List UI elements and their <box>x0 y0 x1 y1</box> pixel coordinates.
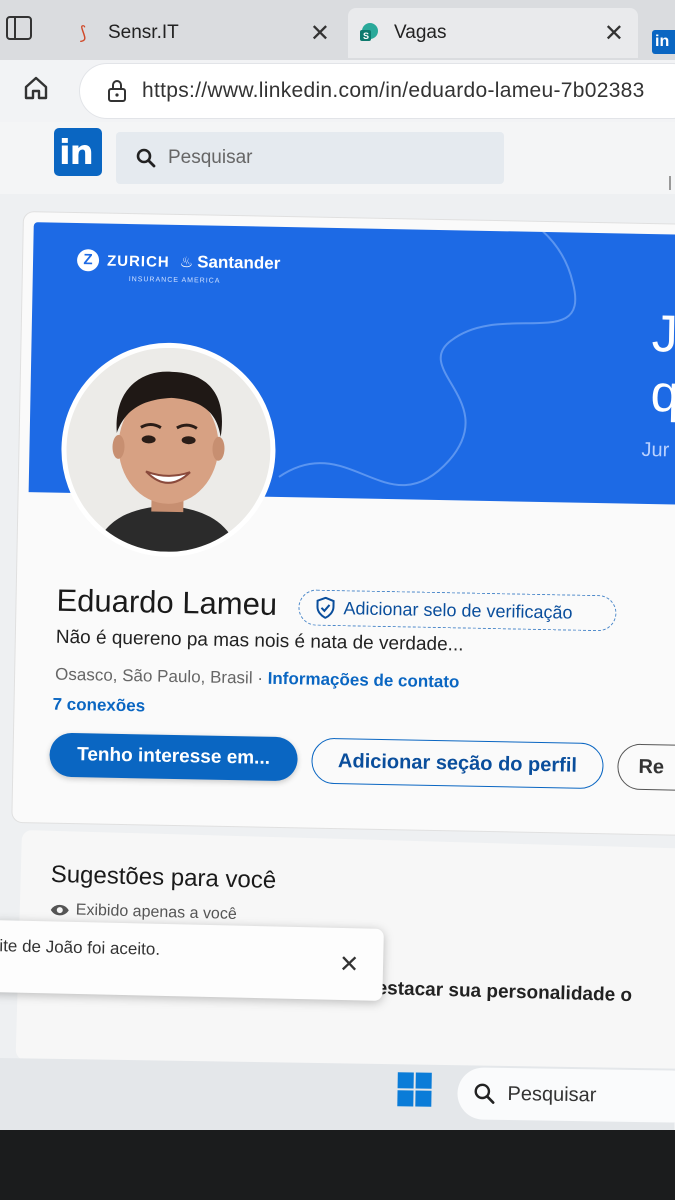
sponsor-brand: Z ZURICH ♨ Santander <box>76 249 281 275</box>
toast-message: ite de João foi aceito. <box>0 936 161 959</box>
shield-check-icon <box>316 596 335 619</box>
url-text: https://www.linkedin.com/in/eduardo-lame… <box>142 79 645 102</box>
sidebar-toggle-icon[interactable] <box>6 16 32 40</box>
visibility-text: Exibido apenas a você <box>75 901 237 924</box>
tab-title: Vagas <box>394 22 447 43</box>
profile-name: Eduardo Lameu <box>56 582 278 622</box>
toast-close-icon[interactable]: ✕ <box>339 950 360 979</box>
home-icon[interactable] <box>22 74 50 102</box>
profile-card: Z ZURICH ♨ Santander INSURANCE AMERICA J… <box>12 212 675 835</box>
add-verification-button[interactable]: Adicionar selo de verificação <box>298 589 617 632</box>
banner-text-2: q <box>650 365 675 424</box>
avatar-photo <box>64 345 273 554</box>
banner-text-1: J <box>651 305 675 364</box>
profile-headline: Não é quereno pa mas nois é nata de verd… <box>55 626 464 656</box>
more-profile-button[interactable]: Re <box>617 743 675 792</box>
sensr-favicon-icon: ⟆ <box>79 22 87 43</box>
notification-toast: ite de João foi aceito. ✕ <box>0 920 384 1001</box>
linkedin-header: in Pesquisar <box>0 122 675 194</box>
tab-vagas[interactable]: S Vagas ✕ <box>348 8 638 58</box>
taskbar-search-placeholder: Pesquisar <box>507 1082 597 1106</box>
tab-title: Sensr.IT <box>108 22 179 43</box>
address-bar-row: https://www.linkedin.com/in/eduardo-lame… <box>0 60 675 122</box>
browser-tab-strip: ⟆ Sensr.IT ✕ S Vagas ✕ in <box>0 0 675 60</box>
visibility-note: Exibido apenas a você <box>50 901 237 924</box>
taskbar-search-input[interactable]: Pesquisar <box>457 1067 675 1123</box>
profile-location: Osasco, São Paulo, Brasil · Informações … <box>55 665 460 693</box>
screen: ⟆ Sensr.IT ✕ S Vagas ✕ in https://www.li… <box>0 0 675 1130</box>
windows-taskbar: Pesquisar <box>0 1058 675 1130</box>
eye-icon <box>50 904 69 916</box>
verify-label: Adicionar selo de verificação <box>343 597 573 623</box>
banner-text-3: Jur <box>641 438 670 462</box>
tab-close-icon[interactable]: ✕ <box>310 19 330 48</box>
add-profile-section-button[interactable]: Adicionar seção do perfil <box>311 737 604 790</box>
linkedin-search-input[interactable]: Pesquisar <box>116 132 504 184</box>
sharepoint-favicon-icon: S <box>358 22 380 44</box>
brand-santander: Santander <box>197 252 281 273</box>
search-placeholder: Pesquisar <box>168 147 253 168</box>
linkedin-tab-favicon-icon[interactable]: in <box>652 30 675 54</box>
contact-info-link[interactable]: Informações de contato <box>268 669 460 692</box>
search-icon <box>474 1083 495 1104</box>
header-divider <box>669 176 671 190</box>
brand-zurich: ZURICH <box>106 252 170 271</box>
suggestions-title: Sugestões para você <box>50 860 277 895</box>
search-icon <box>136 148 156 168</box>
location-text: Osasco, São Paulo, Brasil · <box>54 664 268 688</box>
windows-start-icon[interactable] <box>397 1072 434 1109</box>
tab-close-icon[interactable]: ✕ <box>604 19 624 48</box>
santander-flame-icon: ♨ <box>179 254 194 272</box>
connections-link[interactable]: 7 conexões <box>52 695 145 717</box>
lock-icon[interactable] <box>106 79 128 103</box>
url-bar[interactable]: https://www.linkedin.com/in/eduardo-lame… <box>80 64 675 118</box>
zurich-logo-icon: Z <box>76 249 100 272</box>
tab-sensr[interactable]: ⟆ Sensr.IT ✕ <box>62 8 344 58</box>
open-to-button[interactable]: Tenho interesse em... <box>49 732 298 782</box>
svg-text:S: S <box>363 31 369 41</box>
linkedin-logo[interactable]: in <box>54 128 102 176</box>
